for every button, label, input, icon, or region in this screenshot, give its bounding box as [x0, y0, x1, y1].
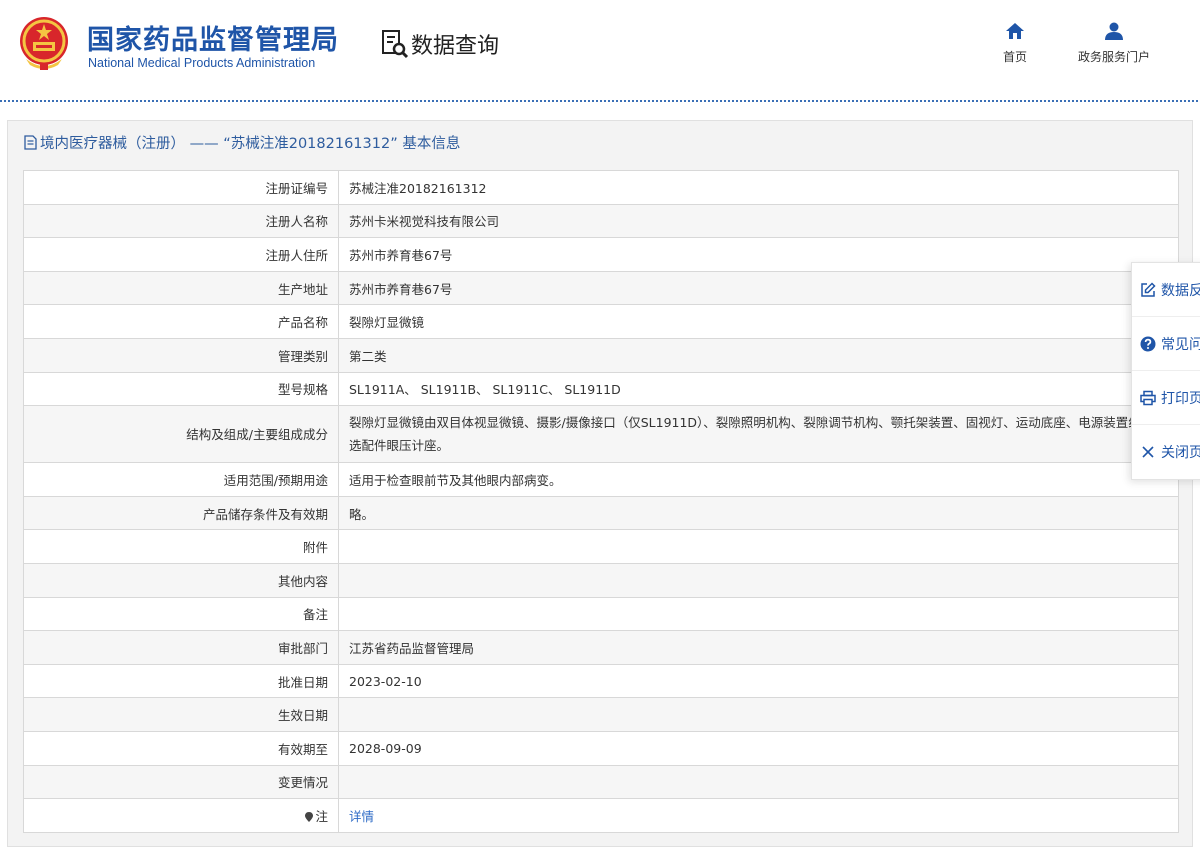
table-row: 结构及组成/主要组成成分 裂隙灯显微镜由双目体视显微镜、摄影/摄像接口（仅SL19…: [23, 405, 1179, 464]
brand-subtitle: National Medical Products Administration: [88, 56, 316, 70]
close-icon: [1142, 446, 1154, 458]
table-row: 生效日期: [23, 697, 1179, 732]
row-label: 适用范围/预期用途: [23, 462, 339, 497]
side-item-feedback[interactable]: 数据反馈: [1132, 263, 1200, 317]
table-row: 适用范围/预期用途 适用于检查眼前节及其他眼内部病变。: [23, 462, 1179, 497]
row-label: 生效日期: [23, 697, 339, 732]
question-icon: [1140, 336, 1156, 351]
section-title: 数据查询: [411, 34, 500, 59]
document-icon: [24, 135, 37, 150]
edit-icon: [1141, 281, 1156, 297]
table-row: 产品名称 裂隙灯显微镜: [23, 304, 1179, 339]
row-label: 批准日期: [23, 663, 339, 699]
table-row: 注册人住所 苏州市养育巷67号: [23, 237, 1179, 272]
row-value: [338, 562, 1179, 598]
row-value: 苏械注准20182161312: [338, 170, 1179, 205]
data-query-section: 数据查询: [381, 28, 499, 60]
side-item-close[interactable]: 关闭页面: [1132, 425, 1200, 479]
brand-title: 国家药品监督管理局: [87, 25, 339, 56]
row-label: 注册证编号: [23, 170, 339, 205]
row-label: 型号规格: [23, 371, 339, 407]
row-label: 注册人住所: [23, 237, 339, 272]
row-label: 注: [23, 798, 339, 833]
table-row: 变更情况: [23, 764, 1179, 800]
row-value: 苏州卡米视觉科技有限公司: [338, 203, 1179, 239]
table-row: 管理类别 第二类: [23, 337, 1179, 373]
side-item-faq[interactable]: 常见问题: [1132, 317, 1200, 371]
side-item-print[interactable]: 打印页面: [1132, 371, 1200, 425]
row-label: 产品名称: [23, 304, 339, 339]
nav-home-label: 首页: [1002, 50, 1027, 64]
table-row: 生产地址 苏州市养育巷67号: [23, 270, 1179, 306]
row-value: [338, 764, 1179, 800]
table-row: 注册人名称 苏州卡米视觉科技有限公司: [23, 203, 1179, 239]
row-label: 产品储存条件及有效期: [23, 495, 339, 531]
row-value: 略。: [338, 495, 1179, 531]
panel-title: 境内医疗器械（注册） —— “苏械注准20182161312” 基本信息: [24, 132, 460, 153]
table-row: 附件: [23, 529, 1179, 564]
national-emblem-icon: [20, 17, 68, 70]
table-row: 产品储存条件及有效期 略。: [23, 495, 1179, 531]
row-value: 适用于检查眼前节及其他眼内部病变。: [338, 462, 1179, 497]
row-value: 详情: [338, 798, 1179, 833]
table-row: 备注: [23, 596, 1179, 632]
side-item-label: 数据反馈: [1161, 282, 1200, 299]
row-value: 2028-09-09: [338, 730, 1179, 766]
side-item-label: 常见问题: [1161, 336, 1200, 353]
row-label: 审批部门: [23, 630, 339, 665]
nav-home[interactable]: 首页: [996, 22, 1034, 65]
note-label: 注: [315, 808, 328, 824]
row-value: 江苏省药品监督管理局: [338, 630, 1179, 665]
table-row: 注册证编号 苏械注准20182161312: [23, 170, 1179, 205]
row-value: 裂隙灯显微镜: [338, 304, 1179, 339]
row-value: [338, 596, 1179, 632]
pin-icon: [305, 811, 314, 822]
nav-portal-label: 政务服务门户: [1077, 50, 1150, 64]
print-icon: [1140, 390, 1156, 405]
document-search-icon: [382, 30, 409, 59]
side-item-label: 关闭页面: [1161, 445, 1200, 461]
row-label: 其他内容: [23, 562, 339, 598]
row-value: 苏州市养育巷67号: [338, 270, 1179, 306]
row-value: SL1911A、 SL1911B、 SL1911C、 SL1911D: [338, 371, 1179, 407]
row-label: 管理类别: [23, 337, 339, 373]
row-value: 第二类: [338, 337, 1179, 373]
table-row: 审批部门 江苏省药品监督管理局: [23, 630, 1179, 665]
nav-service-portal[interactable]: 政务服务门户: [1066, 22, 1162, 65]
row-label: 结构及组成/主要组成成分: [23, 405, 339, 464]
details-link[interactable]: 详情: [349, 809, 374, 824]
device-info-table: 注册证编号 苏械注准20182161312 注册人名称 苏州卡米视觉科技有限公司 注…: [23, 170, 1179, 833]
panel-title-text: 境内医疗器械（注册） —— “苏械注准20182161312” 基本信息: [40, 136, 461, 152]
home-icon: [1006, 23, 1024, 39]
header-divider: [0, 100, 1200, 102]
row-label: 生产地址: [23, 270, 339, 306]
table-row: 注 详情: [23, 798, 1179, 833]
floating-side-menu: 数据反馈 常见问题 打印页面 关闭页面: [1131, 262, 1200, 480]
row-label: 备注: [23, 596, 339, 632]
row-label: 附件: [23, 529, 339, 564]
table-row: 批准日期 2023-02-10: [23, 663, 1179, 699]
row-value: 裂隙灯显微镜由双目体视显微镜、摄影/摄像接口（仅SL1911D）、裂隙照明机构、…: [338, 405, 1179, 464]
user-icon: [1105, 22, 1123, 40]
row-value: [338, 529, 1179, 564]
side-item-label: 打印页面: [1161, 390, 1200, 407]
row-label: 注册人名称: [23, 203, 339, 239]
row-label: 变更情况: [23, 764, 339, 800]
row-value: 2023-02-10: [338, 663, 1179, 699]
row-value: [338, 697, 1179, 732]
table-row: 其他内容: [23, 562, 1179, 598]
table-row: 有效期至 2028-09-09: [23, 730, 1179, 766]
row-label: 有效期至: [23, 730, 339, 766]
site-header: 国家药品监督管理局 National Medical Products Admi…: [0, 0, 1200, 100]
table-row: 型号规格 SL1911A、 SL1911B、 SL1911C、 SL1911D: [23, 371, 1179, 407]
row-value: 苏州市养育巷67号: [338, 237, 1179, 272]
